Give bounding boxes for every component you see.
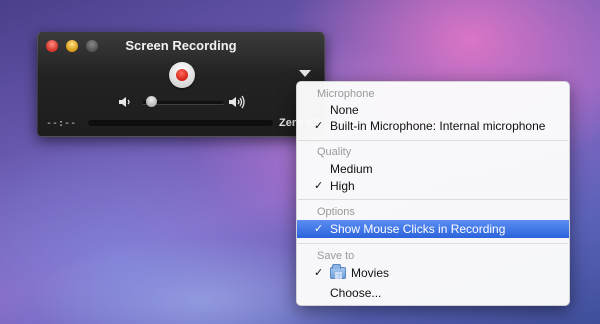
record-icon [176, 69, 188, 81]
menu-header-microphone: Microphone [317, 88, 375, 100]
movies-folder-icon [330, 264, 346, 284]
checkmark-icon: ✓ [314, 180, 324, 192]
screen-recording-window: Screen Recording --:-- Zero KB [37, 32, 325, 137]
menu-item-show-mouse-clicks[interactable]: ✓ Show Mouse Clicks in Recording [297, 220, 569, 238]
menu-header-options: Options [317, 206, 355, 218]
menu-separator [298, 140, 568, 141]
menu-item-quality-high[interactable]: ✓ High [297, 177, 569, 195]
elapsed-time: --:-- [46, 118, 77, 129]
menu-item-microphone-built-in[interactable]: ✓ Built-in Microphone: Internal micropho… [297, 117, 569, 135]
menu-separator [298, 243, 568, 244]
triangle-down-icon[interactable] [299, 70, 311, 77]
menu-item-quality-medium[interactable]: Medium [297, 160, 569, 178]
menu-header-save-to: Save to [317, 250, 355, 262]
speaker-high-icon[interactable] [228, 94, 246, 110]
volume-slider-knob[interactable] [145, 96, 157, 107]
recording-options-menu: Microphone None ✓ Built-in Microphone: I… [296, 81, 570, 306]
speaker-low-icon[interactable] [118, 95, 132, 109]
record-button[interactable] [169, 62, 195, 88]
checkmark-icon: ✓ [314, 223, 324, 235]
window-title: Screen Recording [125, 38, 237, 53]
file-size-bar [88, 120, 273, 126]
menu-header-quality: Quality [317, 146, 352, 158]
checkmark-icon: ✓ [314, 120, 324, 132]
checkmark-icon: ✓ [314, 267, 324, 279]
menu-separator [298, 199, 568, 200]
menu-item-choose-folder[interactable]: Choose... [297, 284, 569, 302]
menu-item-save-to-movies[interactable]: ✓ Movies [297, 264, 569, 284]
